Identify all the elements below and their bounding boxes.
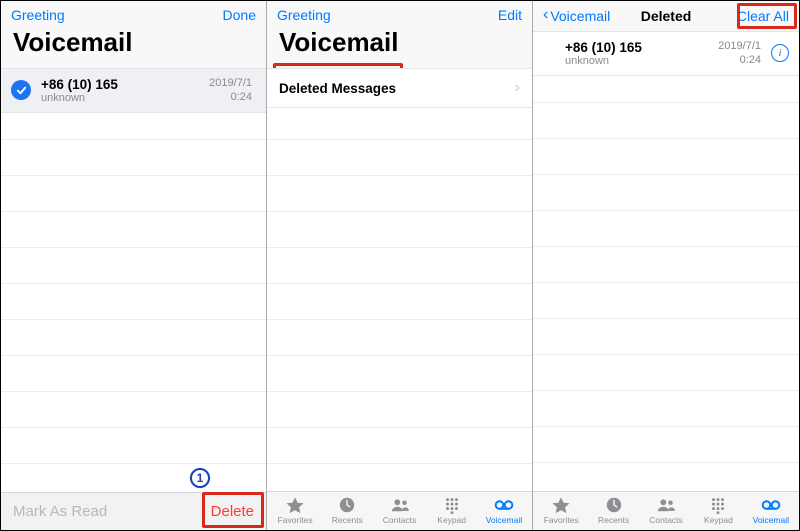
voicemail-icon — [493, 496, 515, 514]
voicemail-sub: unknown — [565, 55, 718, 67]
deleted-messages-label: Deleted Messages — [279, 81, 396, 96]
voicemail-sub: unknown — [41, 92, 209, 104]
voicemail-number: +86 (10) 165 — [41, 77, 209, 92]
star-icon — [550, 496, 572, 514]
voicemail-duration: 0:24 — [209, 90, 252, 104]
tab-bar: Favorites Recents Contacts Keypad Voicem… — [267, 491, 532, 530]
tab-recents[interactable]: Recents — [587, 496, 639, 525]
voicemail-icon — [760, 496, 782, 514]
mark-as-read-button: Mark As Read — [13, 503, 107, 520]
deleted-list: +86 (10) 165 unknown 2019/7/1 0:24 i — [533, 31, 799, 491]
page-title: Voicemail — [267, 25, 532, 68]
screen-edit-voicemail: Greeting Done Voicemail +86 (10) 165 unk… — [1, 1, 267, 530]
nav-bar: Greeting Done — [1, 1, 266, 25]
page-title-deleted: Deleted — [641, 8, 692, 24]
voicemail-date: 2019/7/1 — [718, 39, 761, 53]
nav-bar: ‹ Voicemail Deleted Clear All — [533, 1, 799, 27]
greeting-button[interactable]: Greeting — [11, 7, 81, 23]
voicemail-duration: 0:24 — [718, 53, 761, 67]
voicemail-number: +86 (10) 165 — [565, 40, 718, 55]
chevron-right-icon: › — [515, 79, 520, 97]
greeting-button[interactable]: Greeting — [277, 7, 347, 23]
voicemail-row[interactable]: +86 (10) 165 unknown 2019/7/1 0:24 i — [533, 31, 799, 76]
chevron-left-icon: ‹ — [543, 6, 548, 24]
tab-contacts[interactable]: Contacts — [640, 496, 692, 525]
tab-voicemail[interactable]: Voicemail — [478, 496, 530, 525]
clock-icon — [603, 496, 625, 514]
checkmark-icon[interactable] — [11, 80, 31, 100]
clock-icon — [336, 496, 358, 514]
edit-toolbar: Mark As Read Delete — [1, 492, 266, 530]
voicemail-date: 2019/7/1 — [209, 76, 252, 90]
tab-contacts[interactable]: Contacts — [373, 496, 425, 525]
screen-voicemail-main: Greeting Edit Voicemail Deleted Messages… — [267, 1, 533, 530]
edit-button[interactable]: Edit — [452, 7, 522, 23]
delete-button[interactable]: Delete — [211, 503, 254, 520]
screen-deleted: ‹ Voicemail Deleted Clear All +86 (10) 1… — [533, 1, 799, 530]
tab-favorites[interactable]: Favorites — [535, 496, 587, 525]
tab-keypad[interactable]: Keypad — [692, 496, 744, 525]
done-button[interactable]: Done — [186, 7, 256, 23]
contacts-icon — [655, 496, 677, 514]
tab-voicemail[interactable]: Voicemail — [745, 496, 797, 525]
tab-keypad[interactable]: Keypad — [426, 496, 478, 525]
voicemail-list: Deleted Messages › — [267, 68, 532, 491]
contacts-icon — [389, 496, 411, 514]
tab-bar: Favorites Recents Contacts Keypad Voicem… — [533, 491, 799, 530]
voicemail-row[interactable]: +86 (10) 165 unknown 2019/7/1 0:24 — [1, 68, 266, 113]
keypad-icon — [441, 496, 463, 514]
voicemail-list: +86 (10) 165 unknown 2019/7/1 0:24 — [1, 68, 266, 492]
star-icon — [284, 496, 306, 514]
clear-all-button[interactable]: Clear All — [719, 8, 789, 24]
page-title: Voicemail — [1, 25, 266, 68]
deleted-messages-row[interactable]: Deleted Messages › — [267, 68, 532, 108]
tab-favorites[interactable]: Favorites — [269, 496, 321, 525]
tab-recents[interactable]: Recents — [321, 496, 373, 525]
back-button[interactable]: ‹ Voicemail — [543, 7, 610, 25]
keypad-icon — [707, 496, 729, 514]
info-icon[interactable]: i — [771, 44, 789, 62]
nav-bar: Greeting Edit — [267, 1, 532, 25]
